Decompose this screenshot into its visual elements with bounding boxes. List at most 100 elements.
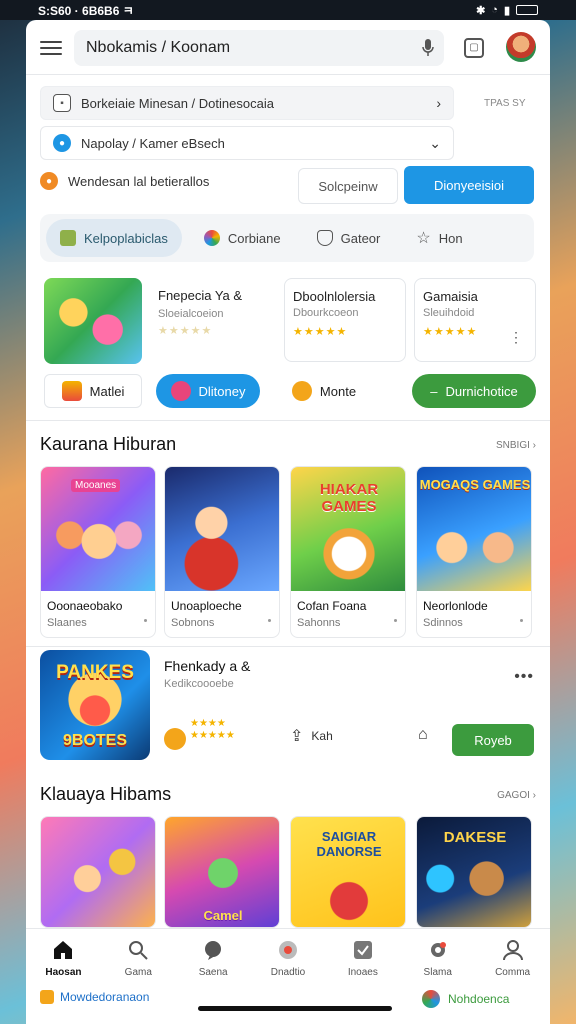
play-button[interactable]: Royeb [452, 724, 534, 756]
chevron-down-icon: ⌄ [429, 134, 441, 151]
promo-title: Fnepecia Ya & [158, 288, 243, 303]
status-icons: ✱ ◔ ▮ [476, 4, 538, 17]
signal-icon: ▮ [503, 4, 510, 17]
settings-icon [430, 942, 446, 957]
share-icon: ⇪ [290, 728, 304, 745]
art-label: HIAKAR GAMES [319, 481, 379, 515]
strip-right[interactable]: Nohdoenca [422, 990, 509, 1008]
action-button-2[interactable]: Dlitoney [156, 374, 260, 408]
tab-hon[interactable]: ☆ Hon [402, 219, 476, 257]
see-all-link[interactable]: SNBIGI › [496, 440, 536, 451]
search-input[interactable]: Nbokamis / Koonam [74, 30, 444, 66]
game-card[interactable]: Camel [164, 816, 280, 928]
dot-icon [268, 619, 271, 622]
nav-record[interactable]: Dnadtio [251, 929, 326, 988]
game-card[interactable]: DAKESE [416, 816, 532, 928]
game-name: Neorlonlode [423, 599, 488, 613]
promo-card-2[interactable]: Dboolnlolersia Dbourkcoeon ★★★★★ [284, 278, 406, 362]
game-card[interactable]: SAIGIAR DANORSE [290, 816, 406, 928]
tab-switcher-icon[interactable]: ▢ [464, 38, 484, 58]
secondary-button[interactable]: Solcpeinw [298, 168, 398, 204]
filter-row-1[interactable]: ▪ Borkeiaie Minesan / Dotinesocaia › [40, 86, 454, 120]
tab-label: Gateor [340, 230, 381, 246]
chat-icon [205, 941, 222, 960]
action-button-1[interactable]: Matlei [44, 374, 142, 408]
see-all-label: GAGOI [497, 790, 530, 801]
section-title: Klauaya Hibams [40, 784, 172, 804]
share-button[interactable]: ⇪ Kah [290, 726, 333, 746]
status-bar: S:S60 · 6B6B6 ㅋ ✱ ◔ ▮ [0, 0, 576, 20]
more-options-icon[interactable]: ••• [514, 668, 534, 686]
filter-row-1-label: Borkeiaie Minesan / Dotinesocaia [81, 95, 274, 111]
globe-icon [422, 990, 440, 1008]
see-all-link[interactable]: GAGOI › [497, 790, 536, 801]
wifi-icon: ◔ [491, 4, 498, 16]
art-label: 9BOTES [62, 732, 127, 749]
tab-gateor[interactable]: Gateor [303, 219, 395, 257]
coin-icon [291, 381, 312, 401]
star-icon: ☆ [416, 230, 431, 247]
menu-icon[interactable] [40, 38, 62, 58]
game-card[interactable]: HIAKAR GAMES Cofan Foana Sahonns [290, 466, 406, 638]
nav-search[interactable]: Gama [101, 929, 176, 988]
promo-thumbnail [44, 278, 142, 364]
art-label: DAKESE [443, 829, 507, 846]
filter-row-3[interactable]: ● Wendesan lal betierallos [40, 172, 209, 190]
promo-card-1[interactable]: Fnepecia Ya & Sloeialcoeion ★★★★★ [40, 278, 272, 364]
library-icon [353, 941, 372, 959]
bottom-strip: Mowdedoranaon Nohdoenca [26, 988, 550, 1024]
feature-game-art[interactable]: PANKES 9BOTES [40, 650, 150, 760]
share-label: Kah [311, 729, 333, 743]
game-sub: Sobnons [171, 617, 215, 629]
game-sub: Sahonns [297, 617, 341, 629]
bookmark-icon[interactable]: ⌂ [418, 726, 428, 744]
gift-icon [61, 381, 82, 401]
dash-icon: – [430, 383, 438, 399]
promo-sub: Sleuihdoid [423, 307, 475, 319]
game-card[interactable]: Unoaploeche Sobnons [164, 466, 280, 638]
art-label: Mooanes [71, 479, 121, 492]
nav-chat[interactable]: Saena [176, 929, 251, 988]
nav-label: Slama [423, 967, 452, 978]
nav-label: Inoaes [347, 967, 378, 978]
strip-right-label: Nohdoenca [448, 992, 510, 1006]
game-sub: Sdinnos [423, 617, 463, 629]
search-value: Nbokamis / Koonam [86, 39, 231, 56]
home-indicator[interactable] [198, 1006, 392, 1011]
rating-stars: ★★★★★ [293, 326, 348, 338]
game-card[interactable]: MOGAQS GAMES Neorlonlode Sdinnos [416, 466, 532, 638]
side-label: TPAS SY [484, 98, 526, 109]
promo-sub: Sloeialcoeion [158, 308, 224, 320]
stars-bottom: ★★★★★ [190, 730, 235, 741]
filter-row-2-label: Napolay / Kamer eBsech [81, 135, 225, 151]
tab-corbiane[interactable]: Corbiane [190, 219, 295, 257]
nav-label: Haosan [45, 967, 82, 978]
action-button-4[interactable]: – Durnichotice [412, 374, 536, 408]
filter-row-3-label: Wendesan lal betierallos [68, 173, 210, 189]
more-options-icon[interactable]: ⋮ [509, 329, 523, 346]
game-card[interactable]: Mooanes Ooonaeobako Slaanes [40, 466, 156, 638]
mic-icon[interactable] [422, 39, 434, 57]
promo-card-3[interactable]: Gamaisia Sleuihdoid ★★★★★ ⋮ [414, 278, 536, 362]
gift-icon [40, 990, 54, 1004]
dot-icon [144, 619, 147, 622]
game-art [165, 467, 279, 591]
gamepad-icon: ▪ [53, 94, 71, 112]
nav-settings[interactable]: Slama [400, 929, 475, 988]
record-icon [279, 941, 297, 959]
action-button-3[interactable]: Monte [284, 374, 364, 408]
tab-label: Hon [438, 230, 463, 246]
tab-label: Corbiane [227, 230, 281, 246]
stars-top: ★★★★ [190, 718, 226, 729]
promo-sub: Dbourkcoeon [293, 307, 359, 319]
avatar[interactable] [506, 32, 536, 62]
tab-kelpoplabiclas[interactable]: Kelpoplabiclas [46, 219, 182, 257]
nav-home[interactable]: Haosan [26, 929, 101, 988]
filter-row-2[interactable]: ● Napolay / Kamer eBsech ⌄ [40, 126, 454, 160]
game-art: MOGAQS GAMES [417, 467, 531, 591]
nav-profile[interactable]: Comma [475, 929, 550, 988]
primary-button[interactable]: Dionyeeisioi [404, 166, 534, 204]
game-card[interactable] [40, 816, 156, 928]
strip-left[interactable]: Mowdedoranaon [40, 990, 149, 1004]
nav-library[interactable]: Inoaes [325, 929, 400, 988]
